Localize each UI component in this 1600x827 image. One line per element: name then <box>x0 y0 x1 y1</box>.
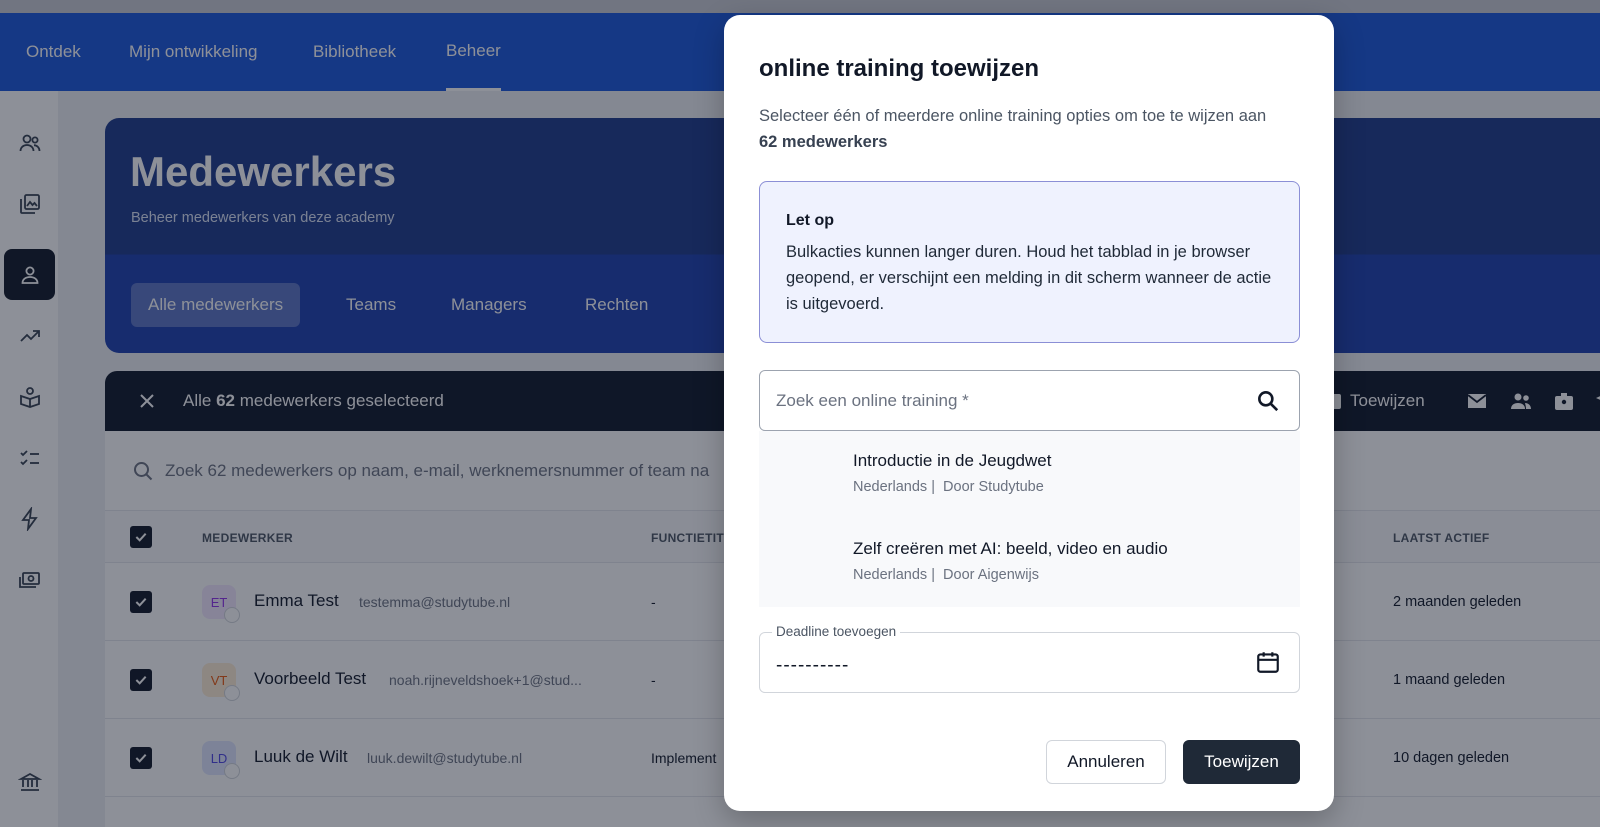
deadline-date-value[interactable]: --‐--‐---- <box>776 655 849 677</box>
deadline-label: Deadline toevoegen <box>772 624 901 639</box>
training-option-meta: Nederlands | Door Studytube <box>853 479 1044 495</box>
training-option-title: Introductie in de Jeugdwet <box>853 451 1052 470</box>
search-icon[interactable] <box>1255 388 1281 414</box>
notice-box: Let op Bulkacties kunnen langer duren. H… <box>759 181 1300 343</box>
training-search-input[interactable] <box>776 389 1226 413</box>
notice-body: Bulkacties kunnen langer duren. Houd het… <box>786 243 1272 313</box>
assign-training-modal: online training toewijzen Selecteer één … <box>724 15 1334 811</box>
training-search-field[interactable] <box>759 370 1300 431</box>
deadline-date-field[interactable]: Deadline toevoegen --‐--‐---- <box>759 624 1300 693</box>
cancel-button[interactable]: Annuleren <box>1046 740 1166 784</box>
modal-description: Selecteer één of meerdere online trainin… <box>759 107 1267 151</box>
training-option[interactable]: Introductie in de Jeugdwet Nederlands | … <box>759 431 1300 519</box>
training-option-title: Zelf creëren met AI: beeld, video en aud… <box>853 539 1168 558</box>
training-option-meta: Nederlands | Door Aigenwijs <box>853 567 1039 583</box>
notice-title: Let op <box>786 212 834 229</box>
assign-button[interactable]: Toewijzen <box>1183 740 1300 784</box>
modal-title: online training toewijzen <box>759 55 1040 82</box>
calendar-icon[interactable] <box>1255 649 1281 675</box>
training-option[interactable]: Zelf creëren met AI: beeld, video en aud… <box>759 519 1300 607</box>
